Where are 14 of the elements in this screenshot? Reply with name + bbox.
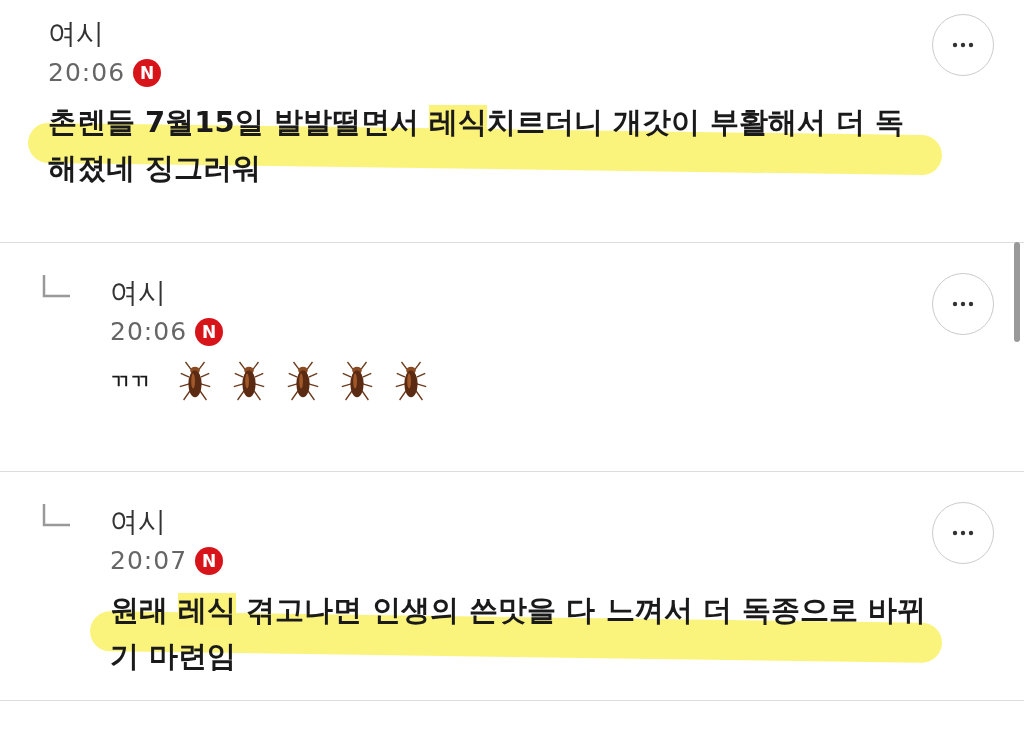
new-badge: N [195, 317, 224, 346]
scrollbar[interactable] [1014, 242, 1020, 342]
more-icon [951, 42, 975, 48]
more-icon [951, 530, 975, 536]
author-name: 여시 [110, 504, 167, 540]
comment-time: 20:06 [110, 317, 188, 346]
new-badge: N [195, 546, 224, 575]
new-badge: N [133, 58, 162, 87]
comment-time: 20:06 [48, 58, 126, 87]
author-name: 여시 [110, 275, 167, 311]
author-name: 여시 [48, 16, 105, 52]
comment-time: 20:07 [110, 546, 188, 575]
more-icon [951, 301, 975, 307]
comment-text: ㄲㄲ [110, 368, 150, 395]
